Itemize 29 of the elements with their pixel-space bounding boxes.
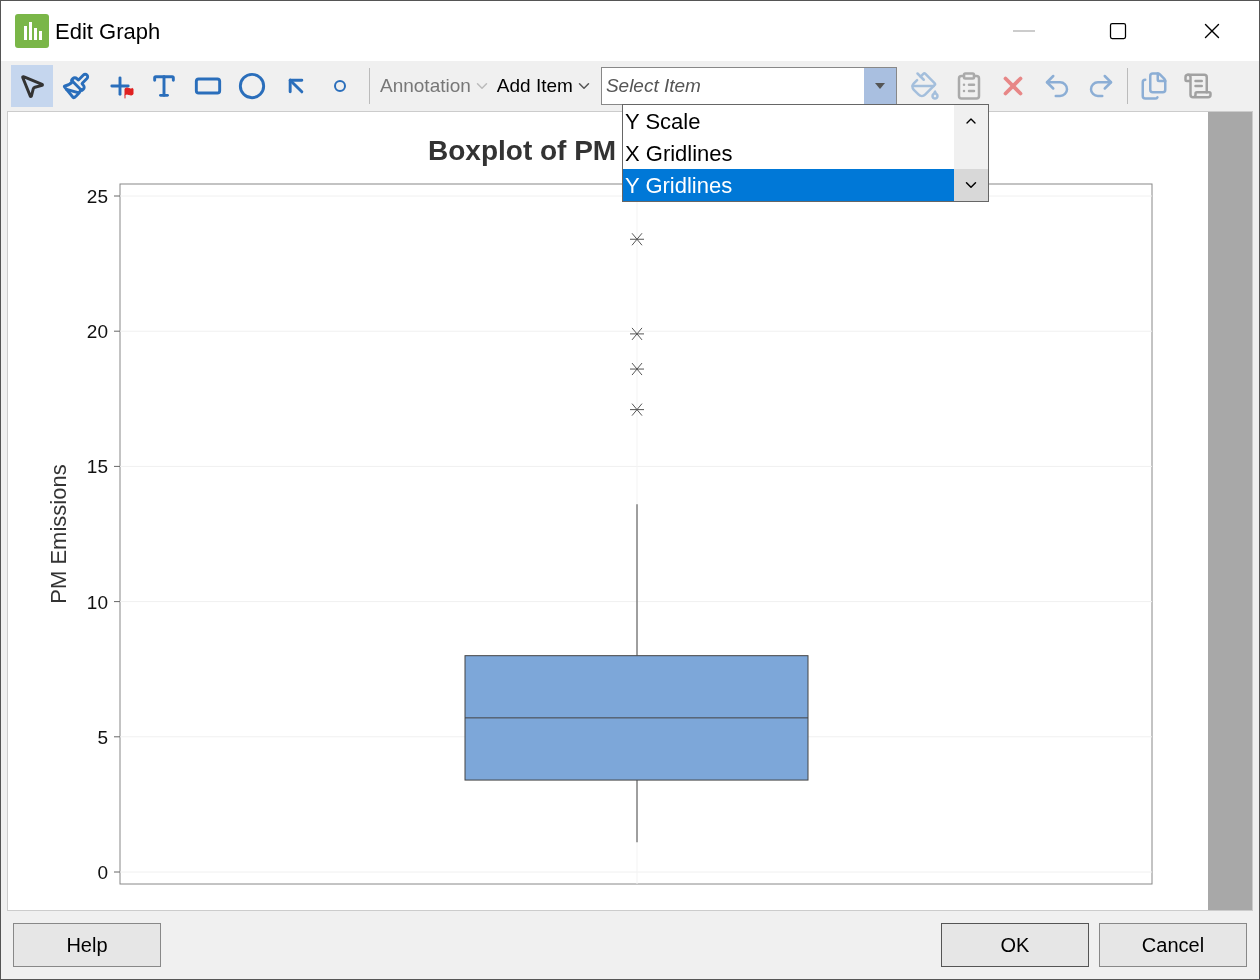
outlier-marker xyxy=(629,327,645,341)
dialog-button[interactable]: Help xyxy=(13,923,161,967)
window-title: Edit Graph xyxy=(55,17,161,46)
app-icon xyxy=(15,14,49,48)
outlier-marker xyxy=(629,403,645,417)
minimize-icon xyxy=(1013,30,1035,32)
dropdown-option[interactable]: Y Scale xyxy=(623,105,954,137)
item-input[interactable]: Select Item xyxy=(601,68,864,104)
pointer-icon[interactable] xyxy=(11,65,53,107)
scroll-down-button[interactable] xyxy=(954,169,988,201)
dialog-button[interactable]: OK xyxy=(941,923,1089,967)
tick-label: 5 xyxy=(97,726,108,748)
tick-label: 15 xyxy=(86,456,108,478)
tick-label: 10 xyxy=(86,591,108,613)
tick-label: 25 xyxy=(86,186,108,207)
chart-title: Boxplot of PM xyxy=(428,134,617,168)
tick-label: 20 xyxy=(86,321,108,343)
dialog-button[interactable]: Cancel xyxy=(1099,923,1247,967)
dropdown-option[interactable]: Y Gridlines xyxy=(623,169,954,201)
tick-label: 0 xyxy=(97,862,108,883)
caret-icon xyxy=(874,83,885,89)
outlier-marker xyxy=(629,362,645,376)
dropdown-option[interactable]: X Gridlines xyxy=(623,137,954,169)
item-combobox[interactable]: Select Item xyxy=(600,67,897,105)
maximize-icon xyxy=(1108,21,1128,41)
whisker xyxy=(636,779,638,843)
axis-title: PM Emissions xyxy=(46,464,71,604)
outlier-marker xyxy=(629,232,645,246)
menu-button[interactable]: Add Item xyxy=(494,71,595,101)
